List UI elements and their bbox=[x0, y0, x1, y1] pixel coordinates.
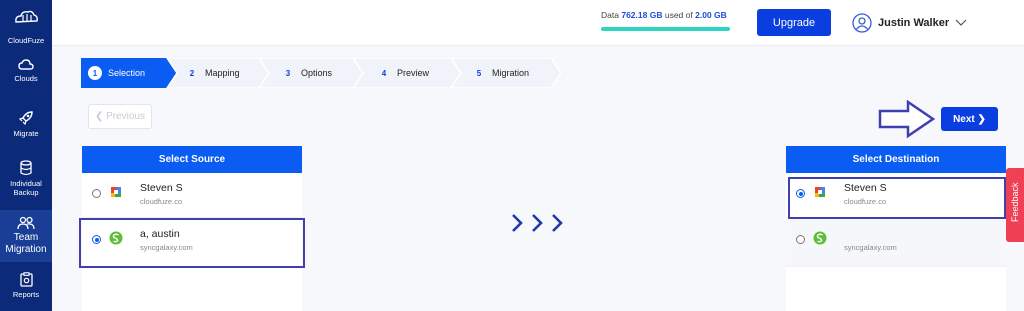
user-menu[interactable]: Justin Walker bbox=[852, 12, 967, 34]
storage-progress-bar bbox=[601, 27, 730, 31]
destination-panel: Select Destination Steven S cloudfuze.co… bbox=[786, 146, 1006, 311]
next-label: Next bbox=[953, 113, 975, 125]
source-panel-title: Select Source bbox=[82, 146, 302, 173]
sidebar-item-reports[interactable]: Reports bbox=[0, 272, 52, 299]
storage-usage-text: Data 762.18 GB used of 2.00 GB bbox=[601, 10, 727, 20]
rocket-icon bbox=[18, 111, 33, 126]
storage-prefix: Data bbox=[601, 10, 619, 20]
step-label: Migration bbox=[492, 68, 530, 78]
brand-name: CloudFuze bbox=[7, 36, 45, 45]
chevron-left-icon: ❮ bbox=[94, 111, 104, 122]
workspace-logo-icon bbox=[111, 187, 121, 197]
destination-panel-title: Select Destination bbox=[786, 146, 1006, 173]
sidebar-item-team-migration[interactable]: Team Migration bbox=[0, 210, 52, 262]
reports-icon bbox=[19, 272, 33, 287]
destination-selection-highlight bbox=[788, 177, 1006, 219]
sidebar-item-label-line1: Team bbox=[13, 232, 39, 243]
step-selection[interactable]: 1 Selection bbox=[88, 58, 145, 88]
source-selection-highlight bbox=[79, 218, 305, 268]
account-name: Steven S bbox=[140, 182, 183, 194]
sidebar-item-label: Reports bbox=[12, 290, 40, 299]
sidebar-item-label: Migrate bbox=[13, 129, 39, 138]
upgrade-button[interactable]: Upgrade bbox=[757, 9, 831, 36]
storage-progress-fill bbox=[601, 27, 730, 31]
sidebar-item-migrate[interactable]: Migrate bbox=[0, 110, 52, 138]
top-header: Data 762.18 GB used of 2.00 GB Upgrade J… bbox=[52, 0, 1024, 46]
account-domain: syncgalaxy.com bbox=[844, 243, 897, 252]
step-label: Preview bbox=[397, 68, 430, 78]
annotation-arrow-icon bbox=[878, 100, 936, 138]
sidebar: CloudFuze Clouds Migrate Individual Back… bbox=[0, 0, 52, 311]
step-label: Options bbox=[301, 68, 333, 78]
source-radio-steven[interactable] bbox=[92, 189, 101, 198]
cloud-icon bbox=[18, 59, 34, 70]
storage-total: 2.00 GB bbox=[695, 10, 727, 20]
sidebar-item-individual-backup[interactable]: Individual Backup bbox=[0, 160, 52, 197]
chevron-right-icon: ❯ bbox=[977, 113, 986, 125]
step-number: 5 bbox=[476, 68, 482, 78]
sidebar-item-label: Clouds bbox=[14, 74, 38, 83]
cloudfuze-logo-icon bbox=[15, 10, 38, 23]
database-icon bbox=[20, 160, 32, 176]
step-number: 4 bbox=[381, 68, 387, 78]
sidebar-item-label-line1: Individual bbox=[10, 179, 42, 188]
step-number: 3 bbox=[285, 68, 291, 78]
storage-mid: used of bbox=[664, 10, 693, 20]
storage-used: 762.18 GB bbox=[621, 10, 663, 20]
sidebar-item-label-line2: Backup bbox=[13, 188, 39, 197]
brand-logo[interactable]: CloudFuze bbox=[0, 8, 52, 45]
sharefile-logo-icon bbox=[813, 231, 827, 245]
transfer-arrows-icon bbox=[512, 214, 563, 232]
step-number: 1 bbox=[88, 66, 102, 80]
source-account-steven[interactable]: Steven S cloudfuze.co bbox=[82, 173, 302, 218]
step-mapping[interactable]: 2 Mapping bbox=[185, 58, 240, 88]
account-domain: cloudfuze.co bbox=[140, 197, 183, 206]
step-label: Mapping bbox=[205, 68, 240, 78]
chevron-down-icon bbox=[955, 19, 967, 26]
user-avatar-icon bbox=[852, 13, 872, 33]
previous-button[interactable]: ❮ Previous bbox=[88, 104, 152, 129]
destination-radio-syncgalaxy[interactable] bbox=[796, 235, 805, 244]
feedback-label: Feedback bbox=[1010, 182, 1020, 222]
sidebar-item-clouds[interactable]: Clouds bbox=[0, 58, 52, 83]
step-options[interactable]: 3 Options bbox=[281, 58, 332, 88]
step-preview[interactable]: 4 Preview bbox=[377, 58, 429, 88]
next-button[interactable]: Next ❯ bbox=[941, 107, 998, 131]
step-number: 2 bbox=[189, 68, 195, 78]
step-label: Selection bbox=[108, 68, 146, 78]
previous-label: Previous bbox=[106, 111, 146, 122]
sidebar-item-label-line2: Migration bbox=[5, 244, 47, 255]
destination-account-syncgalaxy[interactable]: syncgalaxy.com bbox=[786, 219, 1006, 267]
team-icon bbox=[17, 216, 35, 230]
user-name: Justin Walker bbox=[878, 17, 950, 29]
step-migration[interactable]: 5 Migration bbox=[472, 58, 529, 88]
feedback-tab[interactable]: Feedback bbox=[1006, 168, 1024, 242]
